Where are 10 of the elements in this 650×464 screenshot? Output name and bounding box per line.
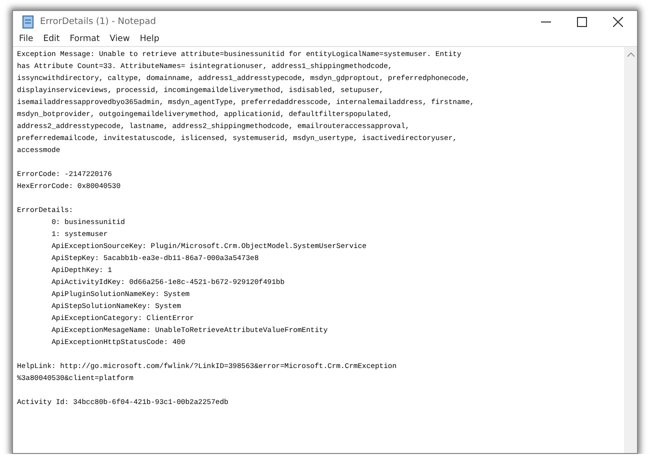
menu-item[interactable]: Help	[140, 34, 160, 44]
menu-item[interactable]: Edit	[43, 34, 60, 44]
close-icon[interactable]	[613, 17, 623, 27]
notepad-icon	[21, 15, 35, 29]
menu-item[interactable]: View	[110, 34, 130, 44]
menu-item[interactable]: Format	[70, 34, 100, 44]
scrollbar[interactable]	[624, 47, 637, 453]
window-title: ErrorDetails (1) - Notepad	[40, 17, 156, 27]
menu-item[interactable]: File	[19, 34, 34, 44]
maximize-icon[interactable]	[577, 17, 587, 27]
